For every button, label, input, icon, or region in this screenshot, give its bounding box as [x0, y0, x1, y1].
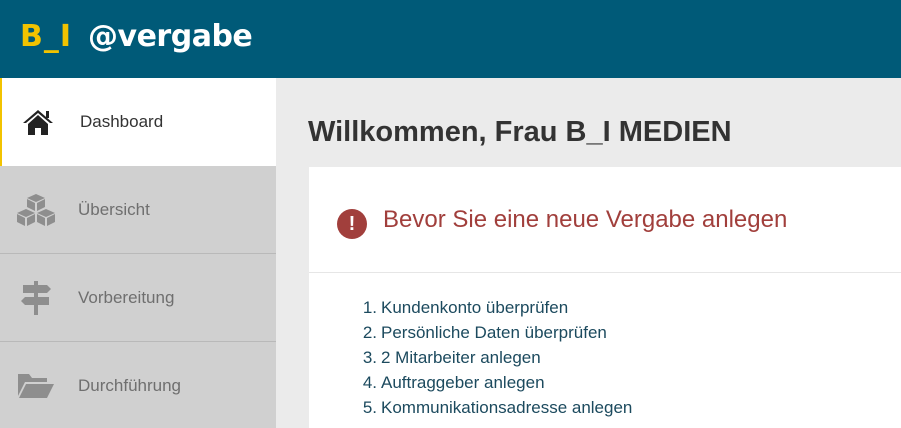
sidebar: Dashboard Übersicht Vorbereitung Durchfü…: [0, 78, 276, 428]
step-link[interactable]: Kommunikationsadresse anlegen: [381, 395, 632, 420]
list-item[interactable]: 2. Persönliche Daten überprüfen: [359, 320, 632, 345]
list-item[interactable]: 4. Auftraggeber anlegen: [359, 370, 632, 395]
step-number: 2.: [362, 323, 377, 342]
steps-list: 1. Kundenkonto überprüfen 2. Persönliche…: [359, 295, 633, 420]
home-icon: [16, 102, 60, 142]
step-number: 5.: [362, 398, 377, 417]
step-link[interactable]: Auftraggeber anlegen: [381, 370, 545, 395]
notice-heading: Bevor Sie eine neue Vergabe anlegen: [383, 206, 788, 233]
list-item[interactable]: 3. 2 Mitarbeiter anlegen: [359, 345, 632, 370]
sidebar-item-uebersicht[interactable]: Übersicht: [0, 166, 276, 254]
step-number: 4.: [362, 373, 377, 392]
list-item[interactable]: 1. Kundenkonto überprüfen: [359, 295, 632, 320]
sidebar-item-dashboard[interactable]: Dashboard: [0, 78, 276, 166]
step-number: 1.: [362, 298, 377, 317]
page-title: Willkommen, Frau B_I MEDIEN: [308, 116, 732, 148]
step-link[interactable]: Kundenkonto überprüfen: [381, 295, 568, 320]
logo[interactable]: B_I @vergabe: [20, 16, 253, 56]
logo-suffix: @vergabe: [88, 18, 253, 54]
sidebar-item-vorbereitung[interactable]: Vorbereitung: [0, 254, 276, 342]
sidebar-item-label: Vorbereitung: [78, 287, 175, 307]
logo-prefix: B_I: [20, 18, 73, 54]
step-link[interactable]: 2 Mitarbeiter anlegen: [381, 345, 541, 370]
sidebar-item-durchfuehrung[interactable]: Durchführung: [0, 342, 276, 428]
step-number: 3.: [362, 348, 377, 367]
notice-card: ! Bevor Sie eine neue Vergabe anlegen 1.…: [309, 167, 901, 428]
signpost-icon: [14, 278, 58, 318]
exclamation-icon: !: [337, 209, 367, 239]
list-item[interactable]: 5. Kommunikationsadresse anlegen: [359, 395, 633, 420]
step-link[interactable]: Persönliche Daten überprüfen: [381, 320, 607, 345]
notice-header: ! Bevor Sie eine neue Vergabe anlegen: [309, 167, 901, 273]
sidebar-item-label: Durchführung: [78, 375, 182, 395]
cubes-icon: [14, 190, 58, 230]
sidebar-item-label: Dashboard: [80, 112, 164, 131]
top-bar: B_I @vergabe: [0, 0, 901, 78]
main-content: Willkommen, Frau B_I MEDIEN ! Bevor Sie …: [276, 78, 901, 428]
sidebar-item-label: Übersicht: [78, 199, 150, 219]
folder-open-icon: [14, 366, 58, 406]
